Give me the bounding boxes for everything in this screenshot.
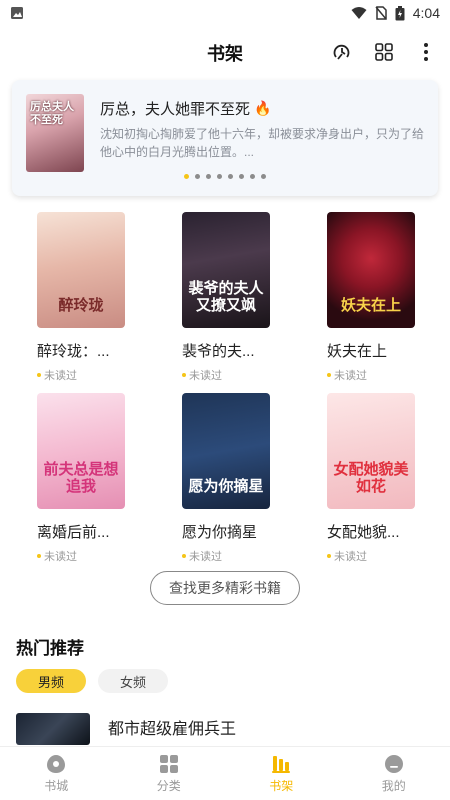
hot-recommend-title: 热门推荐 <box>16 639 84 658</box>
tab-male[interactable]: 男频 <box>16 669 86 693</box>
book-title: 离婚后前... <box>37 524 110 541</box>
history-icon <box>333 44 350 60</box>
book-title: 女配她貌... <box>327 524 400 541</box>
unread-dot-icon <box>327 554 331 558</box>
featured-book-title: 厉总，夫人她罪不至死 <box>100 101 251 118</box>
book-cover-text: 愿为你摘星 <box>188 477 264 495</box>
book-read-status: 未读过 <box>37 367 137 383</box>
book-cover-text: 前夫总是想追我 <box>43 460 119 495</box>
book-read-status: 未读过 <box>182 548 282 564</box>
book-status-label: 未读过 <box>44 370 77 382</box>
book-status-label: 未读过 <box>334 370 367 382</box>
carousel-dot[interactable] <box>217 174 222 179</box>
find-more-books-button[interactable]: 查找更多精彩书籍 <box>150 571 300 605</box>
grid-icon <box>375 43 393 61</box>
book-status-label: 未读过 <box>189 370 222 382</box>
book-cover[interactable]: 裴爷的夫人又撩又飒 <box>182 212 270 328</box>
page-title: 书架 <box>207 44 243 64</box>
status-time: 4:04 <box>412 5 440 21</box>
book-cover[interactable]: 愿为你摘星 <box>182 393 270 509</box>
carousel-dot[interactable] <box>184 174 189 179</box>
more-options-button[interactable] <box>414 38 438 66</box>
layout-toggle-button[interactable] <box>372 38 396 66</box>
book-cover[interactable]: 女配她貌美如花 <box>327 393 415 509</box>
featured-book-title-row[interactable]: 厉总，夫人她罪不至死 🔥 <box>100 98 271 119</box>
book-title: 醉玲珑：... <box>37 343 110 360</box>
nav-profile[interactable]: 我的 <box>338 747 450 800</box>
book-status-label: 未读过 <box>44 551 77 563</box>
unread-dot-icon <box>37 554 41 558</box>
tab-female[interactable]: 女频 <box>98 669 168 693</box>
featured-book-cover[interactable]: 厉总夫人不至死 <box>26 94 84 172</box>
nav-category[interactable]: 分类 <box>113 747 226 800</box>
featured-cover-text: 厉总夫人不至死 <box>30 100 74 126</box>
app-bar: 书架 <box>0 26 450 80</box>
book-item[interactable]: 妖夫在上 妖夫在上 未读过 <box>327 212 427 383</box>
battery-icon <box>395 5 405 20</box>
book-cover[interactable]: 前夫总是想追我 <box>37 393 125 509</box>
carousel-dot[interactable] <box>228 174 233 179</box>
no-sim-icon <box>375 6 387 20</box>
carousel-indicator <box>12 174 438 179</box>
profile-icon <box>384 755 403 773</box>
unread-dot-icon <box>327 373 331 377</box>
unread-dot-icon <box>182 554 186 558</box>
book-title: 愿为你摘星 <box>182 524 258 541</box>
nav-bookshelf[interactable]: 书架 <box>225 747 338 800</box>
book-status-label: 未读过 <box>189 551 222 563</box>
book-item[interactable]: 女配她貌美如花女配她貌... 未读过 <box>327 393 427 564</box>
status-left <box>10 6 24 20</box>
nav-label-bookshelf: 书架 <box>269 779 294 793</box>
book-title: 妖夫在上 <box>327 343 388 360</box>
bookstore-icon <box>47 755 66 773</box>
fire-icon: 🔥 <box>254 100 272 116</box>
book-read-status: 未读过 <box>327 548 427 564</box>
nav-bookstore[interactable]: 书城 <box>0 747 113 800</box>
book-item[interactable]: 裴爷的夫人又撩又飒裴爷的夫... 未读过 <box>182 212 282 383</box>
book-title: 裴爷的夫... <box>182 343 255 360</box>
book-read-status: 未读过 <box>327 367 427 383</box>
wifi-icon <box>351 7 367 19</box>
carousel-dot[interactable] <box>261 174 266 179</box>
book-item[interactable]: 醉玲珑醉玲珑：... 未读过 <box>37 212 137 383</box>
book-cover-text: 女配她貌美如花 <box>333 460 409 495</box>
hot-recommend-tabs: 男频 女频 <box>16 669 168 693</box>
bottom-navigation: 书城 分类 书架 我的 <box>0 746 450 800</box>
recommend-book-title: 都市超级雇佣兵王 <box>108 721 237 738</box>
book-read-status: 未读过 <box>182 367 282 383</box>
nav-label-category: 分类 <box>156 779 181 793</box>
nav-label-profile: 我的 <box>381 779 406 793</box>
unread-dot-icon <box>37 373 41 377</box>
category-icon <box>159 755 178 773</box>
reading-history-button[interactable] <box>330 38 354 66</box>
unread-dot-icon <box>182 373 186 377</box>
featured-book-card[interactable]: 厉总夫人不至死 厉总，夫人她罪不至死 🔥 沈知初掏心掏肺爱了他十六年，却被要求净… <box>12 80 438 196</box>
book-cover-text: 妖夫在上 <box>340 296 401 314</box>
book-cover[interactable]: 妖夫在上 <box>327 212 415 328</box>
carousel-dot[interactable] <box>239 174 244 179</box>
recommend-list-item[interactable]: 都市超级雇佣兵王 <box>16 713 436 749</box>
book-cover[interactable]: 醉玲珑 <box>37 212 125 328</box>
recommend-book-cover[interactable] <box>16 713 90 745</box>
featured-book-description: 沈知初掏心掏肺爱了他十六年，却被要求净身出户，只为了给他心中的白月光腾出位置。.… <box>100 127 425 159</box>
book-item[interactable]: 愿为你摘星 愿为你摘星 未读过 <box>182 393 282 564</box>
carousel-dot[interactable] <box>206 174 211 179</box>
book-item[interactable]: 前夫总是想追我离婚后前... 未读过 <box>37 393 137 564</box>
nav-label-bookstore: 书城 <box>44 779 69 793</box>
carousel-dot[interactable] <box>195 174 200 179</box>
gallery-notification-icon <box>11 7 23 19</box>
carousel-dot[interactable] <box>250 174 255 179</box>
book-cover-text: 醉玲珑 <box>58 296 104 314</box>
status-bar: 4:04 <box>0 0 450 26</box>
book-cover-text: 裴爷的夫人又撩又飒 <box>188 279 264 314</box>
more-vertical-icon <box>424 43 428 61</box>
book-status-label: 未读过 <box>334 551 367 563</box>
book-read-status: 未读过 <box>37 548 137 564</box>
bookshelf-icon <box>272 756 291 773</box>
